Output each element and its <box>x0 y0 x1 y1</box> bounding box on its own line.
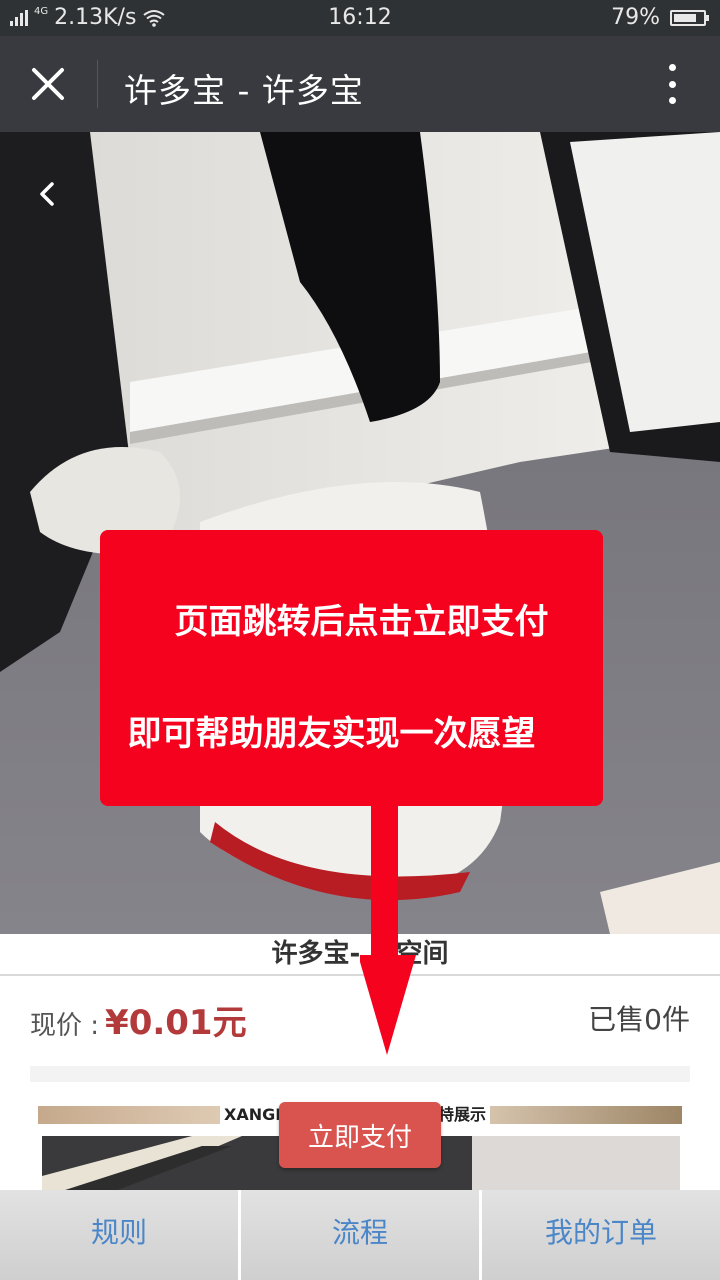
close-icon[interactable] <box>26 62 70 106</box>
callout-line-1: 页面跳转后点击立即支付 <box>174 602 549 642</box>
arrow-down-icon <box>360 805 416 1055</box>
status-right: 79% <box>611 5 709 30</box>
sold-count: 已售0件 <box>588 1003 690 1036</box>
price-value: ¥0.01元 <box>105 1003 247 1043</box>
back-chevron-icon[interactable] <box>32 174 62 214</box>
price-label: 现价 : <box>30 1011 100 1041</box>
status-bar: 4G 2.13K/s 16:12 79% <box>0 0 720 36</box>
instruction-callout: 页面跳转后点击立即支付 即可帮助朋友实现一次愿望 <box>100 530 603 806</box>
nav-process[interactable]: 流程 <box>241 1190 482 1280</box>
detail-banner-left: XANGE <box>224 1105 287 1124</box>
separator <box>30 1066 690 1082</box>
battery-icon <box>670 9 709 26</box>
battery-fill <box>674 13 696 22</box>
page-title: 许多宝 - 许多宝 <box>124 71 364 110</box>
pay-now-button[interactable]: 立即支付 <box>279 1102 441 1168</box>
nav-rules[interactable]: 规则 <box>0 1190 241 1280</box>
bottom-nav: 规则 流程 我的订单 <box>0 1190 720 1280</box>
title-divider <box>97 60 98 108</box>
nav-my-orders[interactable]: 我的订单 <box>482 1190 720 1280</box>
more-vertical-icon[interactable] <box>654 62 690 106</box>
callout-line-2: 即可帮助朋友实现一次愿望 <box>127 714 536 754</box>
price-row: 现价 : ¥0.01元 <box>30 995 247 1044</box>
detail-banner-right: 特展示 <box>437 1105 486 1124</box>
battery-percent: 79% <box>611 5 660 30</box>
title-bar: 许多宝 - 许多宝 <box>0 36 720 132</box>
